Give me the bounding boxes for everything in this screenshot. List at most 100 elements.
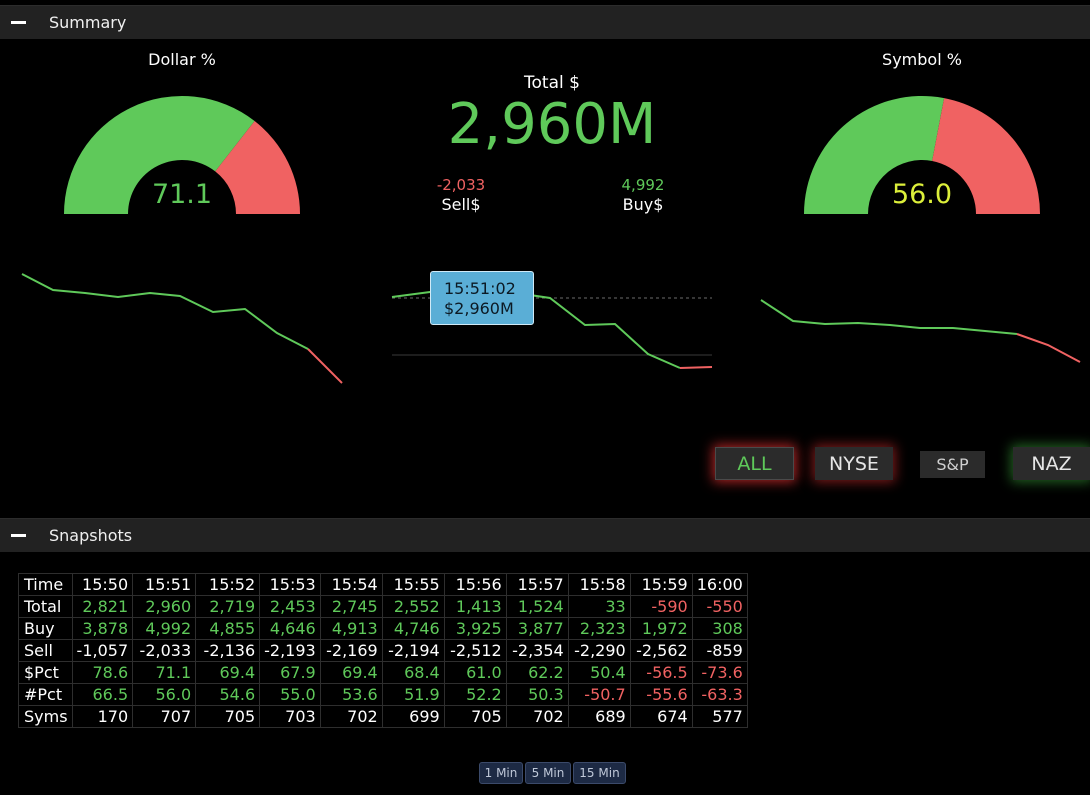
table-cell: -859 [691,639,748,662]
table-cell: 56.0 [132,683,197,706]
filter-sp-button[interactable]: S&P [920,451,985,478]
table-cell: 2,960 [132,595,197,618]
filter-naz-button[interactable]: NAZ [1013,447,1090,480]
table-cell: 66.5 [71,683,134,706]
table-header-cell: 15:59 [629,573,693,596]
table-cell: 4,746 [381,617,445,640]
interval-5min-button[interactable]: 5 Min [525,762,571,784]
collapse-icon[interactable] [11,534,26,537]
table-cell: -63.3 [691,683,748,706]
table-cell: 71.1 [132,661,197,684]
table-header-cell: 15:51 [132,573,197,596]
symbol-pct-sparkline [760,299,1081,363]
table-header-cell: 15:57 [505,573,569,596]
table-cell: 78.6 [71,661,134,684]
table-cell: 707 [132,705,197,728]
table-header-cell: 15:52 [195,573,261,596]
table-cell: 577 [691,705,748,728]
table-header-cell: 15:53 [259,573,321,596]
table-cell: 2,745 [319,595,383,618]
buy-label: Buy$ [622,195,664,214]
table-cell: -2,354 [505,639,569,662]
table-cell: 689 [567,705,631,728]
snapshots-title: Snapshots [49,526,133,545]
table-cell: 33 [567,595,631,618]
table-cell: 69.4 [319,661,383,684]
interval-15min-button[interactable]: 15 Min [573,762,626,784]
table-cell: 50.3 [505,683,569,706]
table-header-cell: 16:00 [691,573,748,596]
table-cell: 53.6 [319,683,383,706]
table-cell: 705 [195,705,261,728]
table-cell: 3,877 [505,617,569,640]
table-cell: 50.4 [567,661,631,684]
table-row: Total 2,821 2,960 2,719 2,453 2,745 2,552 1,413… [18,595,748,618]
table-header-row: Time 15:50 15:51 15:52 15:53 15:54 15:55 15:56 1… [18,573,748,596]
table-cell: 51.9 [381,683,445,706]
buy-value: 4,992 [621,176,665,194]
sell-label: Sell$ [441,195,481,214]
table-cell: 2,552 [381,595,445,618]
dollar-pct-label: Dollar % [148,50,216,69]
table-cell: -2,562 [629,639,693,662]
table-cell: 4,913 [319,617,383,640]
table-cell: 2,821 [71,595,134,618]
table-row: Buy 3,878 4,992 4,855 4,646 4,913 4,746 3,925 3,… [18,617,748,640]
table-cell: 2,323 [567,617,631,640]
symbol-pct-label: Symbol % [882,50,962,69]
table-cell: 69.4 [195,661,261,684]
table-row: Syms 170 707 705 703 702 699 705 702 689 674 577 [18,705,748,728]
table-cell: 3,925 [443,617,507,640]
table-header-cell: 15:50 [71,573,134,596]
table-cell: 308 [691,617,748,640]
table-cell: 61.0 [443,661,507,684]
snapshots-table: Time 15:50 15:51 15:52 15:53 15:54 15:55 15:56 1… [18,573,748,728]
table-cell: 4,646 [259,617,321,640]
total-label: Total $ [524,73,580,93]
table-cell: 674 [629,705,693,728]
table-cell: 55.0 [259,683,321,706]
tooltip-value: $2,960M [444,299,514,318]
table-cell: 2,719 [195,595,261,618]
table-row-label: Total [18,595,73,618]
table-row-label: Syms [18,705,73,728]
table-cell: -2,193 [259,639,321,662]
summary-header[interactable]: Summary [0,5,1090,39]
table-row-label: Sell [18,639,73,662]
table-cell: 3,878 [71,617,134,640]
table-cell: 702 [319,705,383,728]
collapse-icon[interactable] [11,21,26,24]
table-cell: 2,453 [259,595,321,618]
chart-tooltip: 15:51:02 $2,960M [430,271,534,325]
filter-nyse-button[interactable]: NYSE [815,447,893,480]
table-cell: -1,057 [71,639,134,662]
dollar-pct-sparkline [21,273,343,384]
table-cell: 62.2 [505,661,569,684]
table-cell: 67.9 [259,661,321,684]
symbol-pct-gauge: 56.0 [804,96,1040,214]
table-cell: 54.6 [195,683,261,706]
table-cell: 4,992 [132,617,197,640]
table-cell: 1,524 [505,595,569,618]
table-cell: -2,512 [443,639,507,662]
table-cell: 1,413 [443,595,507,618]
table-cell: -2,169 [319,639,383,662]
snapshots-header[interactable]: Snapshots [0,518,1090,552]
filter-all-button[interactable]: ALL [715,447,794,480]
table-cell: 52.2 [443,683,507,706]
table-cell: -73.6 [691,661,748,684]
dollar-pct-value: 71.1 [152,179,212,210]
dollar-pct-gauge: 71.1 [64,96,300,214]
interval-1min-button[interactable]: 1 Min [479,762,523,784]
table-cell: 68.4 [381,661,445,684]
table-cell: -550 [691,595,748,618]
table-header-cell: 15:56 [443,573,507,596]
table-cell: 702 [505,705,569,728]
table-cell: -56.5 [629,661,693,684]
table-cell: 1,972 [629,617,693,640]
table-header-cell: 15:55 [381,573,445,596]
table-cell: -2,033 [132,639,197,662]
table-cell: 705 [443,705,507,728]
table-cell: -2,194 [381,639,445,662]
table-row-label: #Pct [18,683,73,706]
